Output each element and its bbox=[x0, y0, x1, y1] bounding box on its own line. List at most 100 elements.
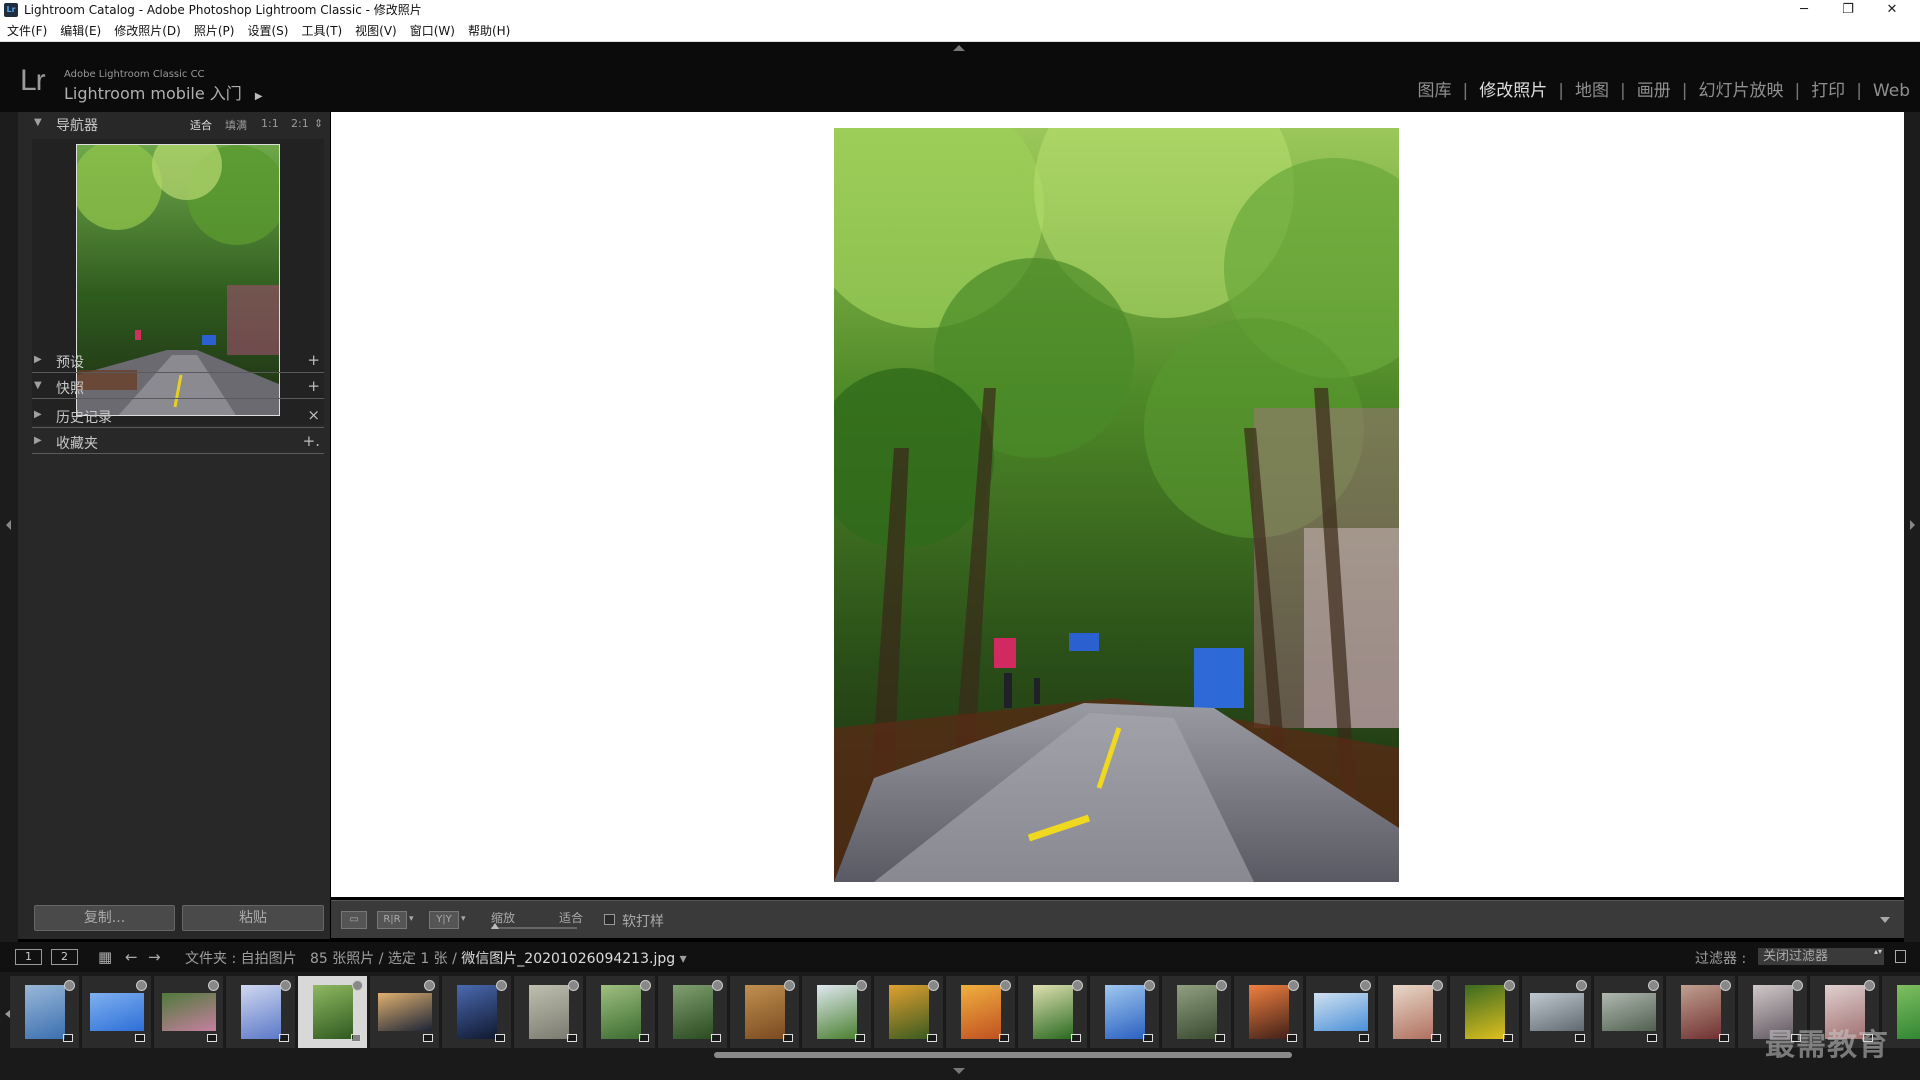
zoom-fit[interactable]: 适合 bbox=[190, 117, 212, 133]
paste-settings-button[interactable]: 粘贴 bbox=[182, 905, 324, 931]
presets-panel-header[interactable]: ▶ 预设 + bbox=[18, 349, 330, 373]
collections-panel-header[interactable]: ▶ 收藏夹 +. bbox=[18, 430, 330, 454]
right-panel-edge[interactable] bbox=[1904, 112, 1920, 962]
quick-collection-marker-icon[interactable] bbox=[280, 980, 291, 991]
filmstrip-thumbnail[interactable] bbox=[1594, 976, 1663, 1048]
filmstrip-thumbnail[interactable] bbox=[82, 976, 151, 1048]
filmstrip-thumbnail[interactable] bbox=[802, 976, 871, 1048]
toolbar-menu-arrow[interactable] bbox=[1880, 917, 1890, 923]
forward-arrow-icon[interactable]: → bbox=[148, 948, 161, 966]
quick-collection-marker-icon[interactable] bbox=[1648, 980, 1659, 991]
quick-collection-marker-icon[interactable] bbox=[1720, 980, 1731, 991]
filmstrip-thumbnail[interactable] bbox=[1090, 976, 1159, 1048]
add-collection-icon[interactable]: +. bbox=[303, 432, 320, 450]
history-panel-header[interactable]: ▶ 历史记录 × bbox=[18, 404, 330, 428]
quick-collection-marker-icon[interactable] bbox=[424, 980, 435, 991]
menu-develop[interactable]: 修改照片(D) bbox=[107, 20, 187, 38]
chevron-down-icon[interactable]: ▾ bbox=[680, 951, 687, 967]
filmstrip-thumbnail[interactable] bbox=[586, 976, 655, 1048]
filmstrip-thumbnail[interactable] bbox=[154, 976, 223, 1048]
filmstrip-thumbnail[interactable] bbox=[1306, 976, 1375, 1048]
main-photo[interactable] bbox=[834, 128, 1399, 882]
main-window-button[interactable]: 1 bbox=[15, 949, 42, 965]
zoom-fill[interactable]: 填满 bbox=[225, 117, 247, 133]
menu-tools[interactable]: 工具(T) bbox=[294, 20, 348, 38]
menu-view[interactable]: 视图(V) bbox=[348, 20, 403, 38]
quick-collection-marker-icon[interactable] bbox=[496, 980, 507, 991]
quick-collection-marker-icon[interactable] bbox=[1864, 980, 1875, 991]
lightroom-mobile-link[interactable]: Lightroom mobile 入门 ▶ bbox=[64, 80, 263, 104]
collapse-top-panel-arrow[interactable] bbox=[953, 45, 965, 51]
chevron-down-icon[interactable]: ▾ bbox=[461, 914, 466, 924]
restore-button[interactable]: ❐ bbox=[1826, 0, 1870, 20]
quick-collection-marker-icon[interactable] bbox=[784, 980, 795, 991]
loupe-view-icon[interactable]: ▭ bbox=[341, 911, 367, 929]
quick-collection-marker-icon[interactable] bbox=[856, 980, 867, 991]
filmstrip-thumbnail[interactable] bbox=[514, 976, 583, 1048]
filmstrip-thumbnail[interactable] bbox=[1234, 976, 1303, 1048]
snapshots-panel-header[interactable]: ▼ 快照 + bbox=[18, 375, 330, 399]
filmstrip-thumbnail[interactable] bbox=[298, 976, 367, 1048]
zoom-1-1[interactable]: 1:1 bbox=[261, 117, 279, 130]
filmstrip-thumbnail[interactable] bbox=[946, 976, 1015, 1048]
filmstrip-thumbnail[interactable] bbox=[1162, 976, 1231, 1048]
left-panel-edge[interactable] bbox=[0, 112, 18, 962]
module-web[interactable]: Web bbox=[1873, 81, 1910, 101]
filmstrip-thumbnail[interactable] bbox=[1450, 976, 1519, 1048]
before-after-view-icon[interactable]: R|R bbox=[377, 911, 407, 929]
menu-photo[interactable]: 照片(P) bbox=[187, 20, 241, 38]
menu-settings[interactable]: 设置(S) bbox=[240, 20, 294, 38]
quick-collection-marker-icon[interactable] bbox=[1288, 980, 1299, 991]
zoom-slider-thumb[interactable] bbox=[491, 923, 499, 929]
minimize-button[interactable]: ─ bbox=[1782, 0, 1826, 20]
filmstrip-thumbnail[interactable] bbox=[1522, 976, 1591, 1048]
menu-help[interactable]: 帮助(H) bbox=[461, 20, 516, 38]
filter-lock-icon[interactable] bbox=[1895, 950, 1906, 963]
secondary-window-button[interactable]: 2 bbox=[51, 949, 78, 965]
zoom-2-1[interactable]: 2:1 bbox=[291, 117, 309, 130]
quick-collection-marker-icon[interactable] bbox=[1432, 980, 1443, 991]
expand-right-panel-arrow[interactable] bbox=[1910, 520, 1915, 530]
filmstrip-thumbnail[interactable] bbox=[874, 976, 943, 1048]
filmstrip-thumbnail[interactable] bbox=[658, 976, 727, 1048]
copy-settings-button[interactable]: 复制... bbox=[34, 905, 175, 931]
quick-collection-marker-icon[interactable] bbox=[1072, 980, 1083, 991]
quick-collection-marker-icon[interactable] bbox=[208, 980, 219, 991]
filmstrip-thumbnail[interactable] bbox=[1666, 976, 1735, 1048]
collapse-filmstrip-arrow[interactable] bbox=[953, 1068, 965, 1074]
menu-window[interactable]: 窗口(W) bbox=[403, 20, 461, 38]
soft-proof-checkbox[interactable] bbox=[604, 914, 615, 925]
module-map[interactable]: 地图 bbox=[1575, 76, 1609, 101]
back-arrow-icon[interactable]: ← bbox=[125, 948, 138, 966]
quick-collection-marker-icon[interactable] bbox=[1216, 980, 1227, 991]
quick-collection-marker-icon[interactable] bbox=[136, 980, 147, 991]
filmstrip-thumbnail[interactable] bbox=[10, 976, 79, 1048]
quick-collection-marker-icon[interactable] bbox=[1504, 980, 1515, 991]
quick-collection-marker-icon[interactable] bbox=[1144, 980, 1155, 991]
menu-edit[interactable]: 编辑(E) bbox=[53, 20, 107, 38]
quick-collection-marker-icon[interactable] bbox=[1000, 980, 1011, 991]
quick-collection-marker-icon[interactable] bbox=[568, 980, 579, 991]
module-print[interactable]: 打印 bbox=[1811, 76, 1845, 101]
filmstrip-scrollbar[interactable] bbox=[714, 1052, 1292, 1058]
module-develop[interactable]: 修改照片 bbox=[1479, 76, 1547, 101]
filmstrip-thumbnail[interactable] bbox=[226, 976, 295, 1048]
quick-collection-marker-icon[interactable] bbox=[1792, 980, 1803, 991]
filmstrip-thumbnail[interactable] bbox=[442, 976, 511, 1048]
quick-collection-marker-icon[interactable] bbox=[352, 980, 363, 991]
chevron-down-icon[interactable]: ▾ bbox=[409, 914, 414, 924]
filmstrip-source[interactable]: 文件夹 : 自拍图片 85 张照片 / 选定 1 张 / 微信图片_202010… bbox=[185, 948, 687, 968]
module-slideshow[interactable]: 幻灯片放映 bbox=[1698, 76, 1783, 101]
zoom-spinner-icon[interactable]: ⇕ bbox=[314, 117, 323, 130]
module-library[interactable]: 图库 bbox=[1418, 76, 1452, 101]
module-book[interactable]: 画册 bbox=[1637, 76, 1671, 101]
add-preset-icon[interactable]: + bbox=[307, 351, 320, 369]
zoom-slider-track[interactable] bbox=[491, 927, 577, 929]
filmstrip-thumbnail[interactable] bbox=[370, 976, 439, 1048]
collapse-left-panel-arrow[interactable] bbox=[6, 520, 11, 530]
filmstrip-thumbnail[interactable] bbox=[1378, 976, 1447, 1048]
quick-collection-marker-icon[interactable] bbox=[640, 980, 651, 991]
add-snapshot-icon[interactable]: + bbox=[307, 377, 320, 395]
menu-file[interactable]: 文件(F) bbox=[0, 20, 53, 38]
filmstrip-thumbnail[interactable] bbox=[730, 976, 799, 1048]
